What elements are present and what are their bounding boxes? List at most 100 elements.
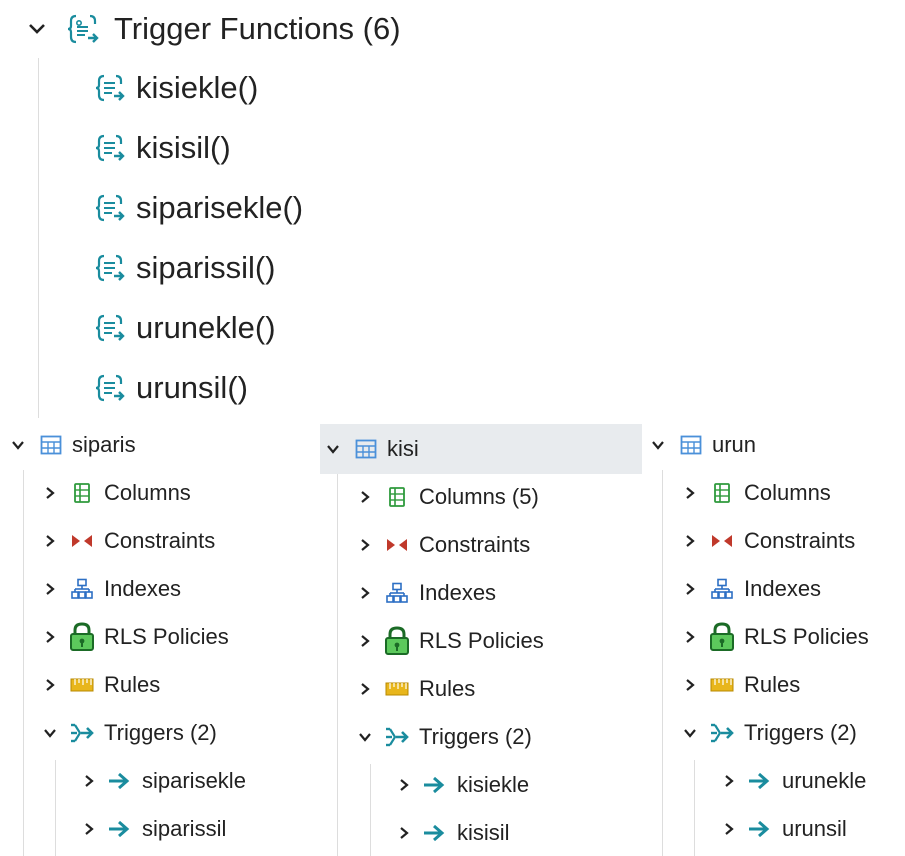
tree-node-label: Triggers (2) bbox=[419, 724, 532, 749]
tree-node-triggers[interactable]: Triggers (2) bbox=[42, 714, 217, 752]
chevron-down-icon[interactable] bbox=[10, 440, 26, 450]
tree-node-rls-policies[interactable]: RLS Policies bbox=[357, 622, 544, 660]
chevron-right-icon[interactable] bbox=[722, 774, 736, 788]
tree-node-constraints[interactable]: Constraints bbox=[357, 526, 530, 564]
tree-node-columns[interactable]: Columns bbox=[682, 474, 831, 512]
chevron-right-icon[interactable] bbox=[357, 634, 373, 648]
chevron-down-icon[interactable] bbox=[26, 18, 48, 40]
tree-node-label: RLS Policies bbox=[419, 628, 544, 653]
chevron-right-icon[interactable] bbox=[682, 630, 698, 644]
tree-node-label: Triggers (2) bbox=[744, 720, 857, 745]
chevron-right-icon[interactable] bbox=[682, 582, 698, 596]
chevron-down-icon[interactable] bbox=[357, 732, 373, 742]
trigger-item[interactable]: kisisil bbox=[397, 814, 510, 852]
chevron-right-icon[interactable] bbox=[42, 678, 58, 692]
chevron-right-icon[interactable] bbox=[357, 538, 373, 552]
tree-node-rules[interactable]: Rules bbox=[357, 670, 475, 708]
trigger-item[interactable]: urunekle bbox=[722, 762, 866, 800]
table-name: siparis bbox=[72, 432, 136, 457]
tree-node-columns[interactable]: Columns (5) bbox=[357, 478, 539, 516]
trigger-function-icon bbox=[94, 252, 126, 284]
trigger-item[interactable]: siparisekle bbox=[82, 762, 246, 800]
table-node-kisi[interactable]: kisi bbox=[325, 430, 419, 468]
chevron-right-icon[interactable] bbox=[42, 486, 58, 500]
chevron-down-icon[interactable] bbox=[42, 728, 58, 738]
chevron-right-icon[interactable] bbox=[682, 534, 698, 548]
table-node-urun[interactable]: urun bbox=[650, 426, 756, 464]
trigger-function-icon bbox=[94, 132, 126, 164]
table-node-siparis[interactable]: siparis bbox=[10, 426, 136, 464]
trigger-function-item[interactable]: siparissil() bbox=[94, 246, 276, 290]
tree-node-indexes[interactable]: Indexes bbox=[357, 574, 496, 612]
columns-icon bbox=[68, 482, 96, 504]
lock-icon bbox=[708, 622, 736, 652]
tree-node-rls-policies[interactable]: RLS Policies bbox=[42, 618, 229, 656]
tree-guide bbox=[38, 58, 39, 418]
tree-node-constraints[interactable]: Constraints bbox=[42, 522, 215, 560]
tree-node-triggers[interactable]: Triggers (2) bbox=[357, 718, 532, 756]
chevron-right-icon[interactable] bbox=[357, 682, 373, 696]
tree-node-label: Constraints bbox=[419, 532, 531, 557]
trigger-label: urunsil bbox=[782, 816, 847, 841]
constraints-icon bbox=[68, 533, 96, 549]
trigger-item[interactable]: kisiekle bbox=[397, 766, 529, 804]
tree-node-rules[interactable]: Rules bbox=[42, 666, 160, 704]
trigger-functions-icon bbox=[66, 12, 100, 46]
chevron-right-icon[interactable] bbox=[682, 486, 698, 500]
trigger-function-item[interactable]: siparisekle() bbox=[94, 186, 303, 230]
chevron-right-icon[interactable] bbox=[722, 822, 736, 836]
trigger-function-icon bbox=[94, 72, 126, 104]
tree-node-label: Rules bbox=[419, 676, 476, 701]
trigger-label: siparisekle bbox=[142, 768, 246, 793]
trigger-function-item[interactable]: urunsil() bbox=[94, 366, 248, 410]
chevron-right-icon[interactable] bbox=[682, 678, 698, 692]
chevron-right-icon[interactable] bbox=[82, 822, 96, 836]
tree-node-rules[interactable]: Rules bbox=[682, 666, 800, 704]
tree-node-indexes[interactable]: Indexes bbox=[682, 570, 821, 608]
constraints-icon bbox=[383, 537, 411, 553]
chevron-down-icon[interactable] bbox=[325, 444, 341, 454]
arrow-right-icon bbox=[423, 776, 445, 794]
tree-node-columns[interactable]: Columns bbox=[42, 474, 191, 512]
table-name: kisi bbox=[387, 436, 419, 461]
tree-node-label: RLS Policies bbox=[104, 624, 229, 649]
trigger-label: urunekle bbox=[782, 768, 867, 793]
rules-icon bbox=[708, 677, 736, 693]
trigger-item[interactable]: siparissil bbox=[82, 810, 226, 848]
lock-icon bbox=[68, 622, 96, 652]
tree-guide bbox=[662, 470, 663, 856]
trigger-function-label: urunekle() bbox=[136, 310, 276, 345]
table-icon bbox=[40, 435, 62, 455]
tree-node-trigger-functions[interactable]: Trigger Functions (6) bbox=[26, 8, 401, 50]
chevron-right-icon[interactable] bbox=[82, 774, 96, 788]
chevron-right-icon[interactable] bbox=[42, 582, 58, 596]
trigger-function-label: kisiekle() bbox=[136, 70, 259, 105]
tree-node-rls-policies[interactable]: RLS Policies bbox=[682, 618, 869, 656]
arrow-right-icon bbox=[108, 820, 130, 838]
chevron-down-icon[interactable] bbox=[650, 440, 666, 450]
chevron-right-icon[interactable] bbox=[357, 490, 373, 504]
chevron-right-icon[interactable] bbox=[397, 826, 411, 840]
chevron-right-icon[interactable] bbox=[42, 630, 58, 644]
trigger-function-icon bbox=[94, 372, 126, 404]
trigger-function-item[interactable]: kisiekle() bbox=[94, 66, 258, 110]
chevron-down-icon[interactable] bbox=[682, 728, 698, 738]
indexes-icon bbox=[68, 578, 96, 600]
trigger-function-item[interactable]: urunekle() bbox=[94, 306, 276, 350]
tree-node-constraints[interactable]: Constraints bbox=[682, 522, 855, 560]
chevron-right-icon[interactable] bbox=[397, 778, 411, 792]
tree-node-label: Triggers (2) bbox=[104, 720, 217, 745]
trigger-item[interactable]: urunsil bbox=[722, 810, 847, 848]
trigger-function-item[interactable]: kisisil() bbox=[94, 126, 231, 170]
chevron-right-icon[interactable] bbox=[357, 586, 373, 600]
trigger-function-icon bbox=[94, 312, 126, 344]
trigger-function-label: siparisekle() bbox=[136, 190, 304, 225]
trigger-function-icon bbox=[94, 192, 126, 224]
tree-node-indexes[interactable]: Indexes bbox=[42, 570, 181, 608]
chevron-right-icon[interactable] bbox=[42, 534, 58, 548]
tree-node-triggers[interactable]: Triggers (2) bbox=[682, 714, 857, 752]
tree-node-label: Rules bbox=[104, 672, 161, 697]
tree-guide bbox=[694, 760, 695, 856]
triggers-icon bbox=[708, 721, 736, 745]
table-icon bbox=[355, 439, 377, 459]
